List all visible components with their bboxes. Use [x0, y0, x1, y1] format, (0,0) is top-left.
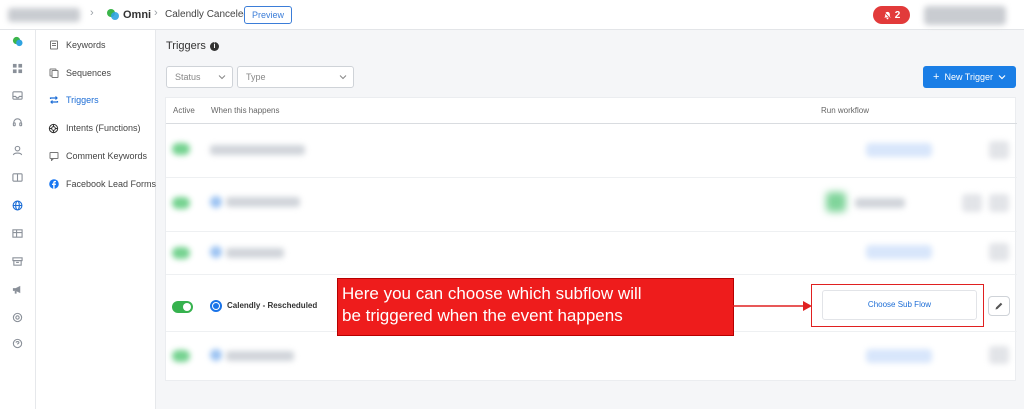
table-icon[interactable]: [11, 227, 24, 240]
blurred-flow-name: [855, 198, 905, 208]
settings-globe-icon[interactable]: [11, 311, 24, 324]
info-icon[interactable]: i: [209, 41, 219, 51]
sidebar-item-sequences[interactable]: Sequences: [48, 66, 111, 80]
annotation-line-1: Here you can choose which subflow will: [342, 284, 642, 303]
sidebar-item-triggers[interactable]: Triggers: [48, 93, 99, 107]
inbox-icon[interactable]: [11, 89, 24, 102]
chevron-down-icon: [339, 75, 347, 80]
repeat-icon: [48, 95, 59, 106]
blurred-edit-button[interactable]: [989, 141, 1009, 159]
calendly-icon: [210, 300, 222, 312]
annotation-callout: Here you can choose which subflow will b…: [337, 278, 734, 336]
chat-bubbles-icon[interactable]: [11, 35, 24, 48]
blurred-toggle[interactable]: [172, 350, 190, 362]
book-icon[interactable]: [11, 171, 24, 184]
omni-logo-icon: [107, 9, 119, 21]
active-toggle[interactable]: [172, 301, 193, 313]
user-icon[interactable]: [11, 144, 24, 157]
user-menu-blurred[interactable]: [924, 6, 1006, 25]
help-chat-icon[interactable]: [11, 337, 24, 350]
blurred-trigger-name: [226, 248, 284, 258]
page-title-text: Triggers: [166, 40, 206, 52]
row-divider: [166, 274, 1017, 275]
notification-badge[interactable]: 2: [873, 6, 910, 24]
openai-icon: [48, 123, 59, 134]
sidebar-item-facebook-lead-forms[interactable]: Facebook Lead Forms: [48, 177, 156, 191]
pencil-icon: [995, 302, 1003, 310]
annotation-arrow: [733, 301, 812, 311]
type-filter-select[interactable]: Type: [237, 66, 354, 88]
header-divider: [166, 123, 1017, 124]
chevron-down-icon: [998, 75, 1006, 80]
breadcrumb-app-name[interactable]: Omni: [123, 9, 151, 21]
sidebar-item-label: Triggers: [66, 95, 99, 105]
blurred-app-icon: [210, 196, 222, 208]
annotation-highlight-box: [811, 284, 984, 327]
column-header-run: Run workflow: [821, 106, 870, 115]
facebook-icon: [48, 179, 59, 190]
copy-icon: [48, 68, 59, 79]
annotation-line-2: be triggered when the event happens: [342, 306, 623, 325]
new-trigger-label: New Trigger: [944, 72, 993, 82]
blurred-action-button[interactable]: [962, 194, 982, 212]
blurred-flow-button[interactable]: [866, 245, 932, 259]
blurred-toggle[interactable]: [172, 197, 190, 209]
page-title: Triggers i: [166, 40, 219, 52]
sidebar-item-label: Sequences: [66, 68, 112, 78]
globe-icon[interactable]: [11, 199, 24, 212]
row-divider: [166, 231, 1017, 232]
blurred-toggle[interactable]: [172, 143, 190, 155]
sidebar-item-intents[interactable]: Intents (Functions): [48, 121, 141, 135]
app-root: › Omni › Calendly Canceled Preview 2 Key…: [0, 0, 1024, 409]
comment-icon: [48, 151, 59, 162]
megaphone-icon[interactable]: [11, 283, 24, 296]
sidebar-item-label: Keywords: [66, 40, 106, 50]
automation-sidebar: Keywords Sequences Triggers Intents (Fun…: [36, 30, 156, 409]
column-header-active: Active: [173, 106, 195, 115]
new-trigger-button[interactable]: + New Trigger: [923, 66, 1016, 88]
status-filter-placeholder: Status: [175, 72, 201, 82]
preview-button[interactable]: Preview: [244, 6, 292, 24]
notification-count: 2: [894, 9, 901, 21]
blurred-edit-button[interactable]: [989, 243, 1009, 261]
sidebar-item-comment-keywords[interactable]: Comment Keywords: [48, 149, 147, 163]
chevron-down-icon: [218, 75, 226, 80]
plus-icon: +: [933, 71, 940, 83]
type-filter-placeholder: Type: [246, 72, 266, 82]
triggers-table: Active When this happens Run workflow: [165, 97, 1017, 381]
blurred-app-icon: [210, 349, 222, 361]
blurred-trigger-name: [210, 145, 305, 155]
blurred-flow-button[interactable]: [866, 143, 932, 157]
dashboard-grid-icon[interactable]: [11, 62, 24, 75]
breadcrumb-workspace-blurred[interactable]: [8, 8, 80, 22]
blurred-app-icon: [210, 246, 222, 258]
status-filter-select[interactable]: Status: [166, 66, 233, 88]
blurred-edit-button[interactable]: [989, 194, 1009, 212]
blurred-toggle[interactable]: [172, 247, 190, 259]
sidebar-item-label: Comment Keywords: [66, 151, 148, 161]
blurred-trigger-name: [226, 197, 300, 207]
archive-icon[interactable]: [11, 255, 24, 268]
row-divider: [166, 177, 1017, 178]
column-header-when: When this happens: [211, 106, 280, 115]
sidebar-item-label: Facebook Lead Forms: [66, 179, 157, 189]
blurred-flow-button[interactable]: [866, 349, 932, 363]
blurred-trigger-name: [226, 351, 294, 361]
breadcrumb-page-name: Calendly Canceled: [165, 9, 249, 20]
document-icon: [48, 40, 59, 51]
trigger-name: Calendly - Rescheduled: [227, 301, 318, 310]
top-bar: › Omni › Calendly Canceled Preview 2: [0, 0, 1024, 30]
sidebar-item-label: Intents (Functions): [66, 123, 141, 133]
edit-trigger-button[interactable]: [988, 296, 1010, 316]
headset-icon[interactable]: [11, 116, 24, 129]
bell-off-icon: [883, 11, 892, 19]
blurred-edit-button[interactable]: [989, 346, 1009, 364]
breadcrumb-chevron-icon: ›: [90, 7, 94, 19]
icon-rail: [0, 30, 36, 409]
breadcrumb-chevron-icon: ›: [154, 7, 158, 19]
blurred-flow-icon: [826, 192, 846, 212]
sidebar-item-keywords[interactable]: Keywords: [48, 38, 106, 52]
